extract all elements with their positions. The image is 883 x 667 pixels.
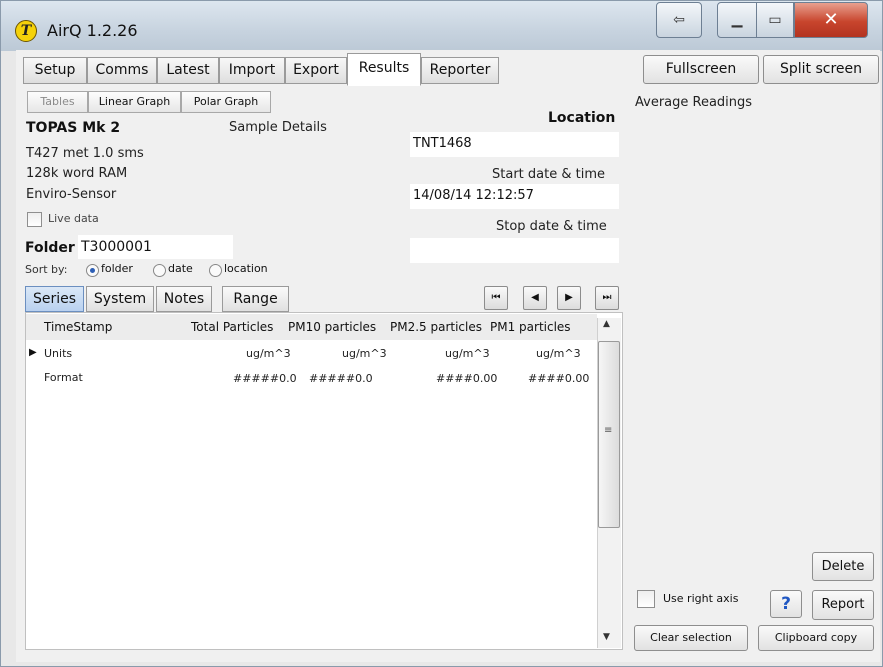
column-header[interactable]: PM2.5 particles <box>390 320 482 334</box>
report-button[interactable]: Report <box>812 590 874 620</box>
tab-results[interactable]: Results <box>347 53 421 86</box>
sort-folder-radio[interactable] <box>86 264 99 277</box>
restore-arrow-icon: ⇦ <box>673 12 685 28</box>
sort-by-label: Sort by: <box>25 263 68 276</box>
tab-system[interactable]: System <box>86 286 154 312</box>
tab-series[interactable]: Series <box>25 286 84 312</box>
minimize-icon: ▁ <box>731 12 743 28</box>
close-icon: ✕ <box>823 9 839 30</box>
maximize-button[interactable]: ▭ <box>756 2 794 38</box>
sort-location-label: location <box>224 262 268 275</box>
prev-icon: ◀ <box>531 292 539 303</box>
device-info-line1: T427 met 1.0 sms <box>26 146 144 161</box>
stop-datetime-label: Stop date & time <box>496 219 607 234</box>
minimize-button[interactable]: ▁ <box>717 2 757 38</box>
last-record-button[interactable]: ⏭ <box>595 286 619 310</box>
device-info-line3: Enviro-Sensor <box>26 187 117 202</box>
table-cell[interactable]: ug/m^3 <box>536 347 581 360</box>
scroll-down-icon[interactable]: ▼ <box>603 632 610 642</box>
restore-arrow-button[interactable]: ⇦ <box>656 2 702 38</box>
grip-icon: ≡ <box>604 425 613 436</box>
table-cell[interactable]: ug/m^3 <box>445 347 490 360</box>
column-header[interactable]: TimeStamp <box>44 320 112 334</box>
split-screen-button[interactable]: Split screen <box>763 55 879 84</box>
device-info-line2: 128k word RAM <box>26 166 128 181</box>
current-row-indicator-icon: ▶ <box>29 347 37 358</box>
tab-export[interactable]: Export <box>285 57 347 84</box>
location-label: Location <box>548 110 616 126</box>
live-data-label: Live data <box>48 212 99 225</box>
app-logo-icon: T <box>15 20 37 42</box>
table-cell[interactable]: #####0.0 <box>309 372 373 385</box>
title-bar: T AirQ 1.2.26 ⇦ ▁ ▭ ✕ <box>1 1 882 51</box>
location-field[interactable]: TNT1468 <box>410 132 619 157</box>
delete-button[interactable]: Delete <box>812 552 874 581</box>
row-label-format[interactable]: Format <box>44 371 83 384</box>
live-data-checkbox[interactable] <box>27 212 42 227</box>
first-icon: ⏮ <box>491 292 501 303</box>
clipboard-copy-button[interactable]: Clipboard copy <box>758 625 874 651</box>
tab-reporter[interactable]: Reporter <box>421 57 499 84</box>
start-datetime-label: Start date & time <box>492 167 605 182</box>
tab-latest[interactable]: Latest <box>157 57 219 84</box>
average-readings-title: Average Readings <box>635 95 753 110</box>
window-title: AirQ 1.2.26 <box>47 21 138 40</box>
sort-date-radio[interactable] <box>153 264 166 277</box>
help-icon: ? <box>781 594 791 614</box>
sort-location-radio[interactable] <box>209 264 222 277</box>
sort-date-label: date <box>168 262 193 275</box>
start-datetime-field[interactable]: 14/08/14 12:12:57 <box>410 184 619 209</box>
use-right-axis-checkbox[interactable] <box>637 590 655 608</box>
folder-field[interactable]: T3000001 <box>78 235 233 259</box>
tab-import[interactable]: Import <box>219 57 285 84</box>
tab-range[interactable]: Range <box>222 286 289 312</box>
scroll-up-icon[interactable]: ▲ <box>603 319 610 329</box>
series-grid[interactable] <box>25 312 623 650</box>
sample-details-label: Sample Details <box>229 120 327 135</box>
fullscreen-button[interactable]: Fullscreen <box>643 55 759 84</box>
table-cell[interactable]: ####0.00 <box>528 372 589 385</box>
sort-folder-label: folder <box>101 262 133 275</box>
close-button[interactable]: ✕ <box>794 2 868 38</box>
row-label-units[interactable]: Units <box>44 347 72 360</box>
folder-label: Folder <box>25 240 75 256</box>
use-right-axis-label: Use right axis <box>663 592 739 605</box>
view-tab-tables[interactable]: Tables <box>27 91 88 113</box>
maximize-icon: ▭ <box>768 12 782 28</box>
help-button[interactable]: ? <box>770 590 802 618</box>
tab-comms[interactable]: Comms <box>87 57 157 84</box>
view-tab-polar-graph[interactable]: Polar Graph <box>181 91 271 113</box>
table-cell[interactable]: #####0.0 <box>233 372 297 385</box>
column-header[interactable]: PM10 particles <box>288 320 376 334</box>
stop-datetime-field[interactable] <box>410 238 619 263</box>
clear-selection-button[interactable]: Clear selection <box>634 625 748 651</box>
column-header[interactable]: PM1 particles <box>490 320 571 334</box>
next-record-button[interactable]: ▶ <box>557 286 581 310</box>
last-icon: ⏭ <box>602 292 612 303</box>
view-tab-linear-graph[interactable]: Linear Graph <box>88 91 181 113</box>
column-header[interactable]: Total Particles <box>191 320 273 334</box>
next-icon: ▶ <box>565 292 573 303</box>
prev-record-button[interactable]: ◀ <box>523 286 547 310</box>
device-name: TOPAS Mk 2 <box>26 120 121 136</box>
table-cell[interactable]: ug/m^3 <box>246 347 291 360</box>
table-cell[interactable]: ####0.00 <box>436 372 497 385</box>
tab-notes[interactable]: Notes <box>156 286 212 312</box>
tab-setup[interactable]: Setup <box>23 57 87 84</box>
table-cell[interactable]: ug/m^3 <box>342 347 387 360</box>
first-record-button[interactable]: ⏮ <box>484 286 508 310</box>
